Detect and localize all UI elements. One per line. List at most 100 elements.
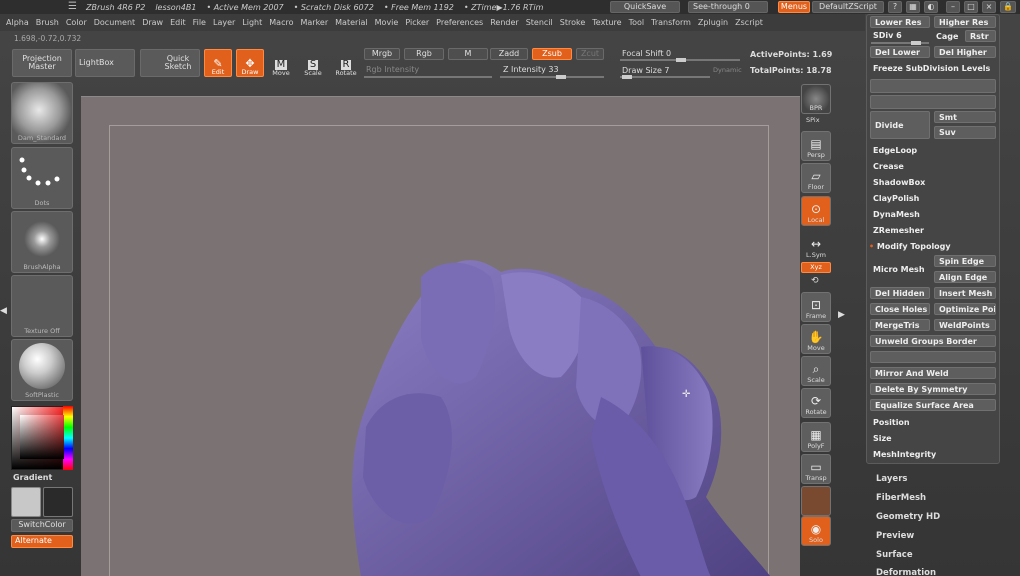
edit-button[interactable]: ✎ Edit xyxy=(204,49,232,77)
rstr-button[interactable]: Rstr xyxy=(965,30,996,42)
menu-zplugin[interactable]: Zplugin xyxy=(698,18,728,27)
maximize-icon[interactable]: □ xyxy=(964,1,978,13)
equalize-surface-area-button[interactable]: Equalize Surface Area xyxy=(870,399,996,411)
draw-size-slider[interactable]: Draw Size 7 xyxy=(622,66,670,75)
brush-thumbnail[interactable]: Dam_Standard xyxy=(11,82,73,144)
menu-texture[interactable]: Texture xyxy=(592,18,621,27)
menu-file[interactable]: File xyxy=(193,18,206,27)
z-intensity-handle[interactable] xyxy=(556,75,566,79)
unweld-slider[interactable] xyxy=(870,351,996,363)
mirror-and-weld-button[interactable]: Mirror And Weld xyxy=(870,367,996,379)
claypolish-subpalette[interactable]: ClayPolish xyxy=(873,194,919,203)
optimize-points-button[interactable]: Optimize Poi xyxy=(934,303,996,315)
crease-subpalette[interactable]: Crease xyxy=(873,162,904,171)
right-tray-arrow-icon[interactable]: ▶ xyxy=(838,310,845,320)
zremesher-subpalette[interactable]: ZRemesher xyxy=(873,226,924,235)
menu-transform[interactable]: Transform xyxy=(651,18,691,27)
floor-button[interactable]: ▱ Floor xyxy=(801,163,831,193)
edgeloop-subpalette[interactable]: EdgeLoop xyxy=(873,146,917,155)
move-button[interactable]: M Move xyxy=(268,49,294,77)
document-canvas[interactable]: ✛ xyxy=(81,96,800,576)
projection-master-button[interactable]: Projection Master xyxy=(12,49,72,77)
dynamesh-subpalette[interactable]: DynaMesh xyxy=(873,210,920,219)
cage-button[interactable]: Cage xyxy=(936,32,958,41)
size-subpalette[interactable]: Size xyxy=(873,434,892,443)
rgb-intensity-track[interactable] xyxy=(364,76,492,78)
sdiv-slider[interactable]: SDiv 6 xyxy=(873,31,902,40)
secondary-color-swatch[interactable] xyxy=(43,487,73,517)
suv-button[interactable]: Suv xyxy=(934,126,996,139)
menu-stencil[interactable]: Stencil xyxy=(526,18,553,27)
shadowbox-subpalette[interactable]: ShadowBox xyxy=(873,178,925,187)
default-zscript-button[interactable]: DefaultZScript xyxy=(812,1,884,13)
menu-picker[interactable]: Picker xyxy=(405,18,429,27)
close-holes-button[interactable]: Close Holes xyxy=(870,303,930,315)
lower-res-button[interactable]: Lower Res xyxy=(870,16,930,28)
menu-layer[interactable]: Layer xyxy=(213,18,235,27)
lightbox-button[interactable]: LightBox xyxy=(75,49,135,77)
local-button[interactable]: ⊙ Local xyxy=(801,196,831,226)
polyf-button[interactable]: ▦ PolyF xyxy=(801,422,831,452)
solo-button[interactable]: ◉ Solo xyxy=(801,516,831,546)
left-tray-arrow-icon[interactable]: ◀ xyxy=(0,306,7,316)
menu-movie[interactable]: Movie xyxy=(375,18,399,27)
texture-thumbnail[interactable]: Texture Off xyxy=(11,275,73,337)
del-lower-button[interactable]: Del Lower xyxy=(870,46,930,58)
delete-by-symmetry-button[interactable]: Delete By Symmetry xyxy=(870,383,996,395)
menu-document[interactable]: Document xyxy=(94,18,135,27)
layout-icon[interactable]: ▦ xyxy=(906,1,920,13)
draw-size-handle[interactable] xyxy=(622,75,632,79)
spin-edge-button[interactable]: Spin Edge xyxy=(934,255,996,267)
gradient-toggle[interactable]: Gradient xyxy=(13,473,52,482)
sdiv-track[interactable] xyxy=(871,41,929,45)
see-through-slider[interactable]: See-through 0 xyxy=(688,1,768,13)
focal-shift-slider[interactable]: Focal Shift 0 xyxy=(622,49,671,58)
rgb-button[interactable]: Rgb xyxy=(404,48,444,60)
menu-alpha[interactable]: Alpha xyxy=(6,18,29,27)
draw-button[interactable]: ✥ Draw xyxy=(236,49,264,77)
meshintegrity-subpalette[interactable]: MeshIntegrity xyxy=(873,450,936,459)
xyz-button[interactable]: Xyz xyxy=(801,262,831,273)
menu-material[interactable]: Material xyxy=(335,18,368,27)
deformation-subpalette[interactable]: Deformation xyxy=(876,568,936,576)
menu-brush[interactable]: Brush xyxy=(36,18,59,27)
focal-shift-track[interactable] xyxy=(620,58,740,62)
weldpoints-button[interactable]: WeldPoints xyxy=(934,319,996,331)
menu-macro[interactable]: Macro xyxy=(269,18,293,27)
menus-button[interactable]: Menus xyxy=(778,1,810,13)
fibermesh-subpalette[interactable]: FiberMesh xyxy=(876,493,926,503)
focal-shift-handle[interactable] xyxy=(676,58,686,62)
help-icon[interactable]: ? xyxy=(888,1,902,13)
divide-button[interactable]: Divide xyxy=(870,111,930,139)
mergetris-button[interactable]: MergeTris xyxy=(870,319,930,331)
zadd-button[interactable]: Zadd xyxy=(490,48,528,60)
minimize-icon[interactable]: – xyxy=(946,1,960,13)
rgb-intensity-slider[interactable]: Rgb Intensity xyxy=(366,65,419,74)
preview-subpalette[interactable]: Preview xyxy=(876,531,914,541)
menu-render[interactable]: Render xyxy=(490,18,518,27)
menu-light[interactable]: Light xyxy=(242,18,262,27)
palette-icon[interactable]: ◐ xyxy=(924,1,938,13)
insert-mesh-button[interactable]: Insert Mesh xyxy=(934,287,996,299)
zsub-button[interactable]: Zsub xyxy=(532,48,572,60)
freeze-subdivision-levels-button[interactable]: Freeze SubDivision Levels xyxy=(873,64,990,73)
lsym-button[interactable]: ↔ L.Sym xyxy=(801,230,831,260)
menu-marker[interactable]: Marker xyxy=(300,18,328,27)
zcut-button[interactable]: Zcut xyxy=(576,48,604,60)
switch-color-button[interactable]: SwitchColor xyxy=(11,519,73,532)
del-hidden-button[interactable]: Del Hidden xyxy=(870,287,930,299)
quick-sketch-button[interactable]: Quick Sketch xyxy=(140,49,200,77)
scale-button[interactable]: S Scale xyxy=(300,49,326,77)
rotate-button[interactable]: R Rotate xyxy=(332,49,360,77)
layers-subpalette[interactable]: Layers xyxy=(876,474,907,484)
z-intensity-slider[interactable]: Z Intensity 33 xyxy=(503,65,559,74)
close-icon[interactable]: × xyxy=(982,1,996,13)
main-color-swatch[interactable] xyxy=(11,487,41,517)
m-button[interactable]: M xyxy=(448,48,488,60)
position-subpalette[interactable]: Position xyxy=(873,418,910,427)
menu-zscript[interactable]: Zscript xyxy=(735,18,763,27)
stroke-thumbnail[interactable]: Dots xyxy=(11,147,73,209)
higher-res-button[interactable]: Higher Res xyxy=(934,16,996,28)
rotate-view-button[interactable]: ⟳ Rotate xyxy=(801,388,831,418)
menu-edit[interactable]: Edit xyxy=(170,18,186,27)
